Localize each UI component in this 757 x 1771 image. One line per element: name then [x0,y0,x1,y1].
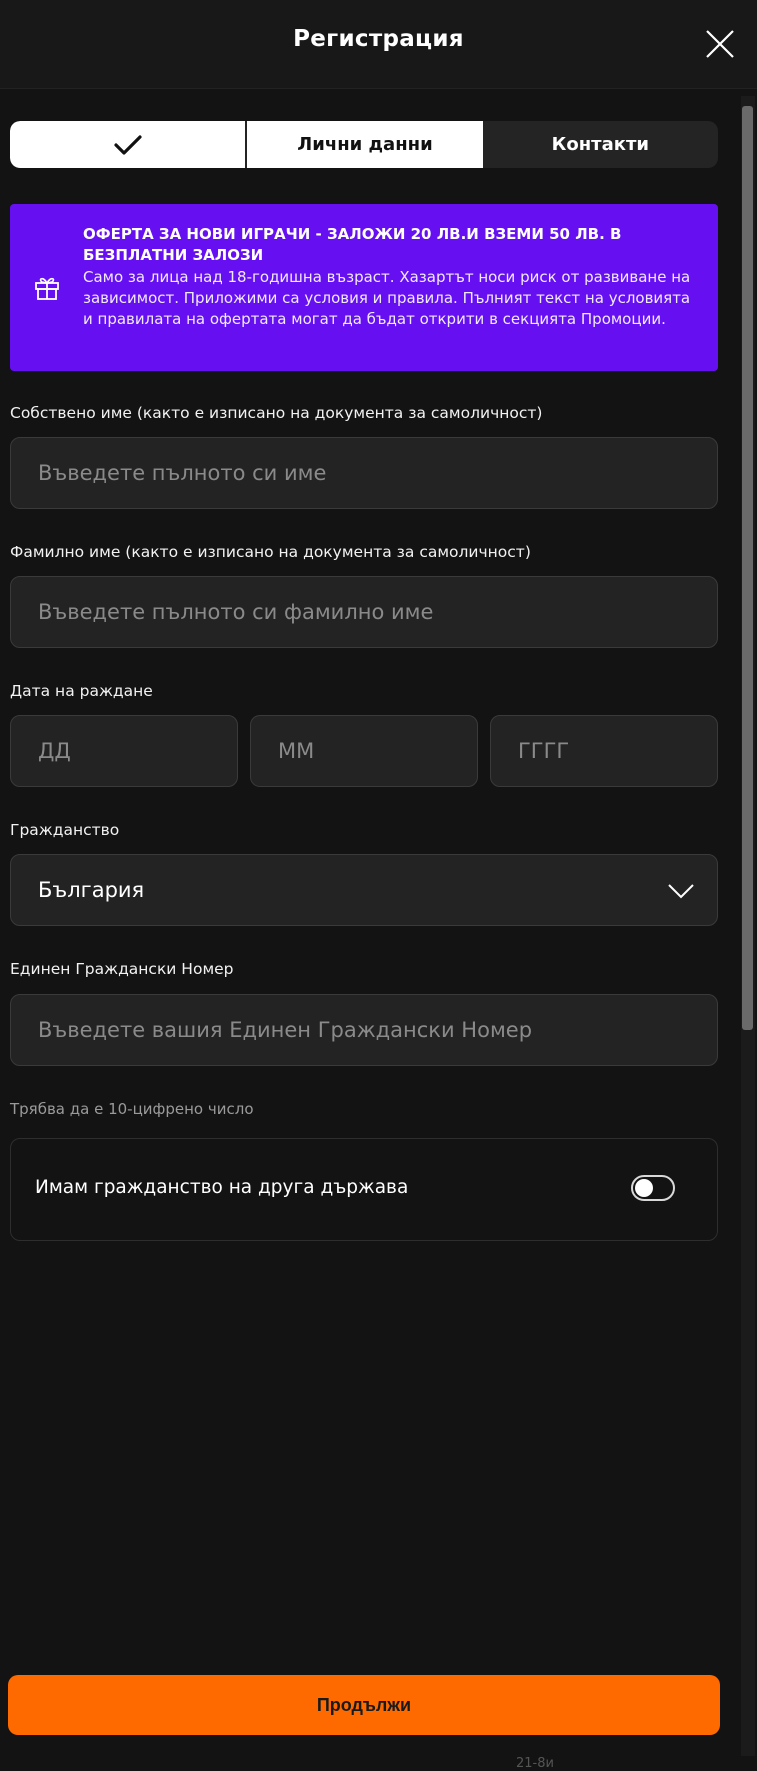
dual-citizenship-toggle[interactable] [631,1175,675,1201]
continue-button[interactable]: Продължи [8,1675,720,1735]
dob-day-input[interactable]: ДД [10,715,238,787]
step-personal-data[interactable]: Лични данни [245,121,483,168]
egn-input[interactable]: Въведете вашия Единен Граждански Номер [10,994,718,1066]
first-name-input[interactable]: Въведете пълното си име [10,437,718,509]
dob-month-placeholder: ММ [278,739,315,763]
egn-hint: Трябва да е 10-цифрено число [10,1100,254,1118]
dob-year-input[interactable]: ГГГГ [490,715,718,787]
citizenship-value: България [38,878,145,902]
dual-citizenship-card: Имам гражданство на друга държава [10,1138,718,1241]
checkmark-icon [114,134,142,155]
first-name-label: Собствено име (както е изписано на докум… [10,404,543,422]
egn-placeholder: Въведете вашия Единен Граждански Номер [38,1018,533,1042]
modal-header: Регистрация [0,0,757,89]
dual-citizenship-label: Имам гражданство на друга държава [35,1177,409,1198]
last-name-input[interactable]: Въведете пълното си фамилно име [10,576,718,648]
dob-day-placeholder: ДД [38,739,71,763]
close-icon [706,30,734,58]
step-completed[interactable] [10,121,246,168]
toggle-knob [635,1179,653,1197]
gift-icon [35,277,59,300]
step-contacts[interactable]: Контакти [483,121,718,168]
last-name-label: Фамилно име (както е изписано на докумен… [10,543,531,561]
dob-label: Дата на раждане [10,682,153,700]
scrollbar-thumb[interactable] [742,106,753,1030]
chevron-down-icon [668,884,694,899]
footer-text: 21-8и [516,1756,554,1771]
close-button[interactable] [704,28,736,60]
dob-month-input[interactable]: ММ [250,715,478,787]
promo-banner[interactable]: ОФЕРТА ЗА НОВИ ИГРАЧИ - ЗАЛОЖИ 20 ЛВ.И В… [10,204,718,371]
page-title: Регистрация [293,26,464,52]
promo-text: Само за лица над 18-годишна възраст. Хаз… [83,268,691,328]
registration-steps: Лични данни Контакти [10,121,718,168]
last-name-placeholder: Въведете пълното си фамилно име [38,600,434,624]
citizenship-label: Гражданство [10,821,120,839]
dob-year-placeholder: ГГГГ [518,739,570,763]
citizenship-select[interactable]: България [10,854,718,926]
promo-title: ОФЕРТА ЗА НОВИ ИГРАЧИ - ЗАЛОЖИ 20 ЛВ.И В… [83,225,622,264]
egn-label: Единен Граждански Номер [10,960,234,978]
first-name-placeholder: Въведете пълното си име [38,461,327,485]
